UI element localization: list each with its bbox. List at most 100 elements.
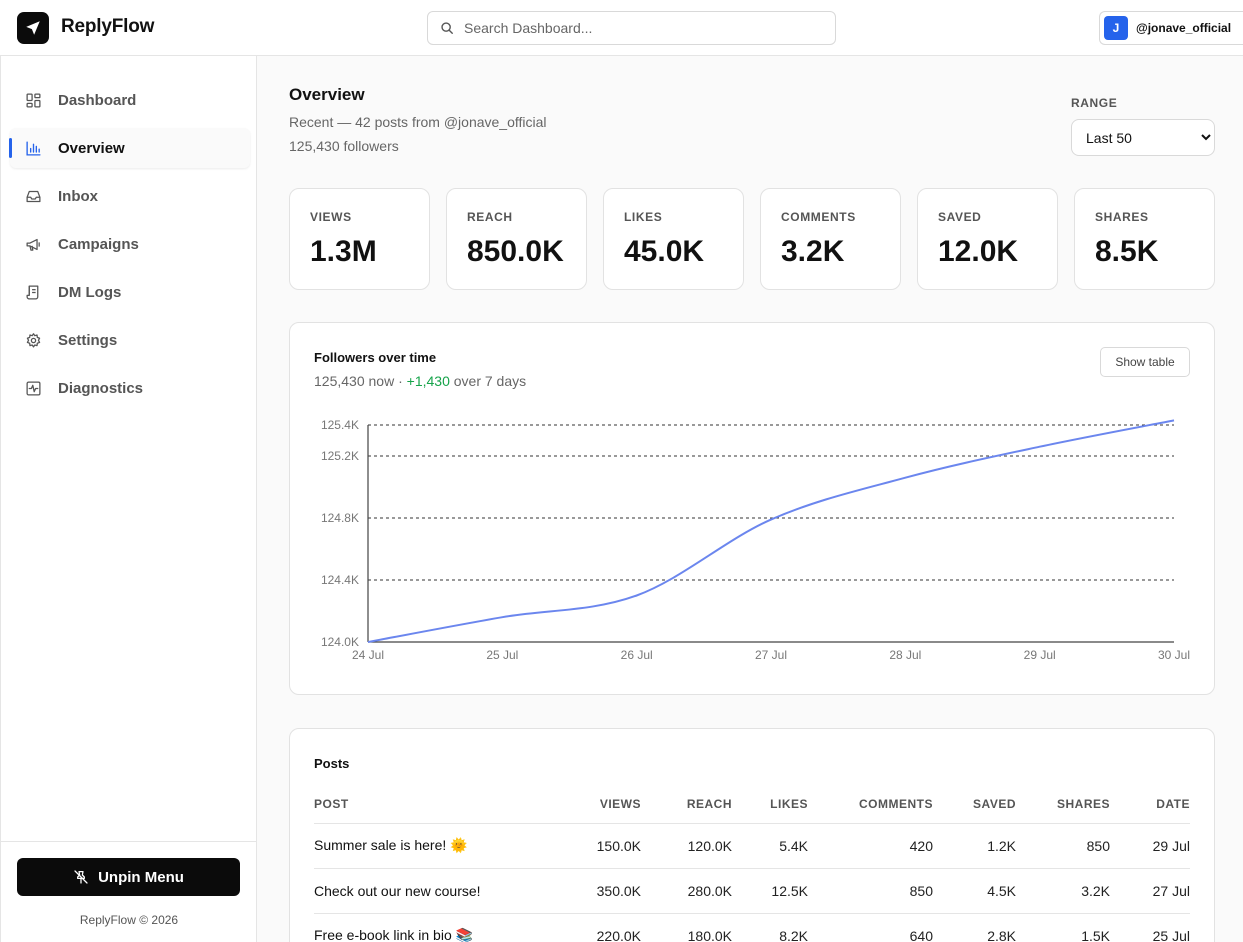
search-box[interactable]: [427, 11, 836, 45]
stat-value: 12.0K: [938, 235, 1019, 268]
search-input[interactable]: [464, 20, 804, 36]
gear-icon: [26, 332, 41, 348]
post-reach: 120.0K: [641, 823, 732, 869]
x-tick-label: 26 Jul: [621, 648, 653, 662]
post-shares: 850: [1016, 823, 1110, 869]
x-tick-label: 30 Jul: [1158, 648, 1190, 662]
post-reach: 280.0K: [641, 868, 732, 914]
stat-card-reach: REACH 850.0K: [446, 188, 587, 290]
copyright-text: ReplyFlow © 2026: [79, 913, 179, 927]
post-shares: 1.5K: [1016, 913, 1110, 942]
col-saved[interactable]: SAVED: [933, 785, 1016, 824]
y-tick-label: 124.0K: [321, 635, 359, 649]
x-tick-label: 29 Jul: [1024, 648, 1056, 662]
sidebar-item-settings[interactable]: Settings: [10, 320, 250, 360]
table-row[interactable]: Summer sale is here! 🌞 150.0K 120.0K 5.4…: [314, 823, 1190, 869]
stat-value: 8.5K: [1095, 235, 1159, 268]
sidebar-item-label: DM Logs: [58, 283, 122, 301]
unpin-menu-label: Unpin Menu: [98, 868, 184, 886]
col-post[interactable]: POST: [314, 785, 574, 824]
sidebar-item-dm-logs[interactable]: DM Logs: [10, 272, 250, 312]
post-date: 27 Jul: [1110, 868, 1190, 914]
pulse-icon: [26, 380, 41, 396]
x-tick-label: 24 Jul: [352, 648, 384, 662]
post-comments: 640: [808, 913, 933, 942]
account-button[interactable]: J @jonave_official: [1099, 11, 1243, 45]
x-tick-label: 28 Jul: [889, 648, 921, 662]
sidebar: Dashboard Overview Inbox Campaigns DM Lo…: [0, 56, 257, 942]
logo[interactable]: [17, 12, 49, 44]
stat-label: LIKES: [624, 210, 663, 224]
col-comments[interactable]: COMMENTS: [808, 785, 933, 824]
search-icon: [441, 22, 453, 34]
followers-count: 125,430 followers: [289, 138, 399, 154]
post-date: 25 Jul: [1110, 913, 1190, 942]
post-likes: 12.5K: [732, 868, 808, 914]
account-summary: Recent — 42 posts from @jonave_official: [289, 114, 547, 130]
stat-label: COMMENTS: [781, 210, 856, 224]
sidebar-item-inbox[interactable]: Inbox: [10, 176, 250, 216]
table-row[interactable]: Check out our new course! 350.0K 280.0K …: [314, 868, 1190, 914]
page-title: Overview: [289, 85, 365, 104]
followers-line-chart: 124.0K 124.4K 124.8K 125.2K 125.4K 24 Jul 25 J…: [321, 418, 1190, 662]
table-row[interactable]: Free e-book link in bio 📚 220.0K 180.0K …: [314, 913, 1190, 942]
followers-series-line: [367, 419, 1175, 643]
post-comments: 420: [808, 823, 933, 869]
range-select[interactable]: Last 50: [1071, 119, 1215, 156]
posts-table: POST VIEWS REACH LIKES COMMENTS SAVED SH…: [314, 785, 1190, 942]
sidebar-item-label: Overview: [58, 139, 125, 157]
post-likes: 5.4K: [732, 823, 808, 869]
stat-label: REACH: [467, 210, 513, 224]
posts-title: Posts: [314, 756, 350, 771]
x-tick-label: 25 Jul: [486, 648, 518, 662]
sidebar-item-dashboard[interactable]: Dashboard: [10, 80, 250, 120]
stat-value: 45.0K: [624, 235, 705, 268]
stat-card-saved: SAVED 12.0K: [917, 188, 1058, 290]
posts-card: Posts POST VIEWS REACH LIKES COMMENTS SA…: [289, 728, 1215, 942]
post-likes: 8.2K: [732, 913, 808, 942]
account-handle: @jonave_official: [1136, 21, 1232, 35]
sidebar-footer: Unpin Menu ReplyFlow © 2026: [1, 841, 257, 942]
post-date: 29 Jul: [1110, 823, 1190, 869]
stat-value: 3.2K: [781, 235, 845, 268]
x-tick-label: 27 Jul: [755, 648, 787, 662]
post-comments: 850: [808, 868, 933, 914]
stat-label: SHARES: [1095, 210, 1149, 224]
y-tick-label: 125.2K: [321, 449, 359, 463]
unpin-menu-button[interactable]: Unpin Menu: [17, 858, 240, 896]
stat-card-comments: COMMENTS 3.2K: [760, 188, 901, 290]
table-header-row: POST VIEWS REACH LIKES COMMENTS SAVED SH…: [314, 785, 1190, 824]
stat-value: 1.3M: [310, 235, 377, 268]
sidebar-item-campaigns[interactable]: Campaigns: [10, 224, 250, 264]
col-likes[interactable]: LIKES: [732, 785, 808, 824]
y-tick-label: 124.4K: [321, 573, 359, 587]
post-views: 350.0K: [574, 868, 641, 914]
col-views[interactable]: VIEWS: [574, 785, 641, 824]
post-caption: Summer sale is here! 🌞: [314, 823, 574, 869]
post-views: 220.0K: [574, 913, 641, 942]
y-tick-label: 125.4K: [321, 418, 359, 432]
sidebar-item-label: Settings: [58, 331, 118, 349]
post-saved: 2.8K: [933, 913, 1016, 942]
sidebar-item-diagnostics[interactable]: Diagnostics: [10, 368, 250, 408]
stat-label: VIEWS: [310, 210, 352, 224]
main-content: Overview Recent — 42 posts from @jonave_…: [257, 56, 1243, 942]
send-arrow-icon: [26, 21, 40, 35]
bar-chart-icon: [26, 140, 41, 156]
sidebar-item-overview[interactable]: Overview: [9, 128, 250, 168]
y-tick-label: 124.8K: [321, 511, 359, 525]
sidebar-item-label: Diagnostics: [58, 379, 144, 397]
col-date[interactable]: DATE: [1110, 785, 1190, 824]
post-saved: 4.5K: [933, 868, 1016, 914]
col-reach[interactable]: REACH: [641, 785, 732, 824]
col-shares[interactable]: SHARES: [1016, 785, 1110, 824]
brand-name: ReplyFlow: [61, 16, 155, 37]
stat-label: SAVED: [938, 210, 982, 224]
followers-chart-card: Followers over time 125,430 now · +1,430…: [289, 322, 1215, 695]
post-shares: 3.2K: [1016, 868, 1110, 914]
range-label: RANGE: [1071, 96, 1118, 110]
post-views: 150.0K: [574, 823, 641, 869]
post-caption: Check out our new course!: [314, 868, 574, 914]
post-reach: 180.0K: [641, 913, 732, 942]
stat-value: 850.0K: [467, 235, 564, 268]
